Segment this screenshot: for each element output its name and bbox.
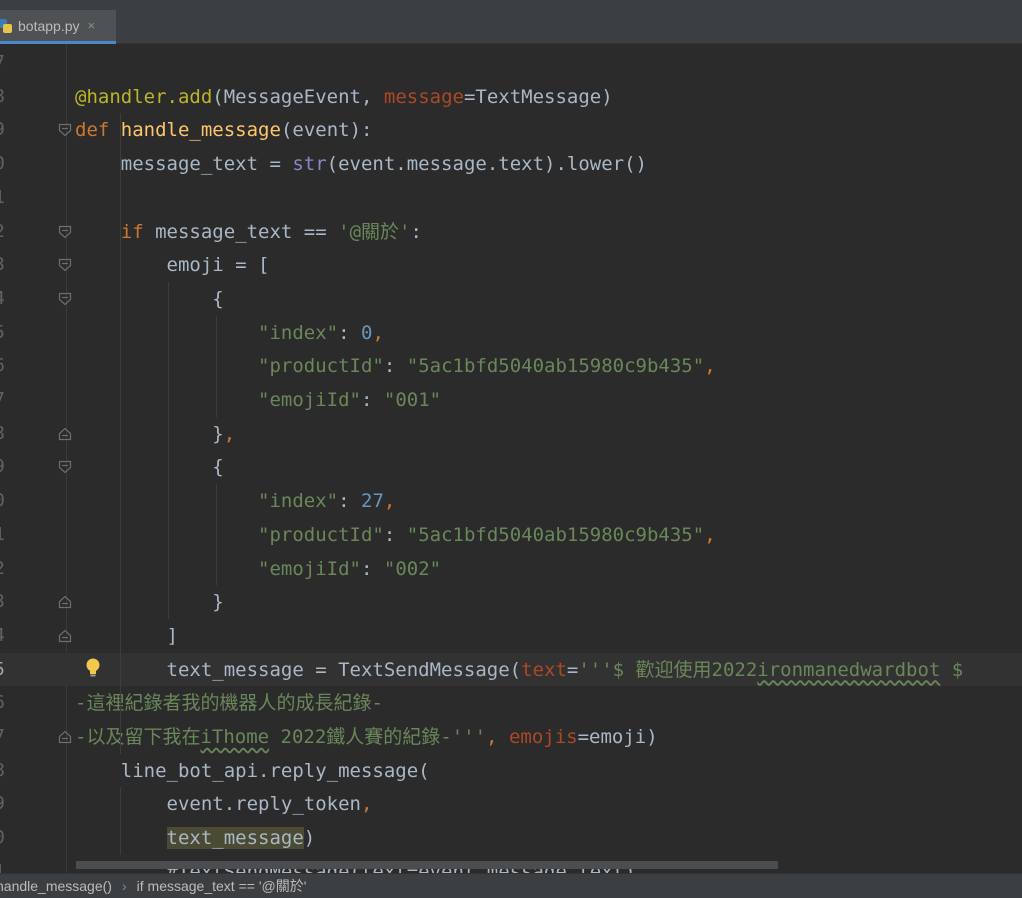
line-number: 0: [0, 492, 12, 510]
line-number: 6: [0, 694, 12, 712]
code-line[interactable]: 1: [0, 181, 1022, 215]
code-text: -這裡紀錄者我的機器人的成長紀錄-: [75, 692, 383, 715]
code-line[interactable]: 9 event.reply_token,: [0, 787, 1022, 821]
code-line[interactable]: 7 -以及留下我在iThome 2022鐵人賽的紀錄-''', emojis=em…: [0, 720, 1022, 754]
editor-tab-bar: botapp.py ×: [0, 10, 1022, 44]
indent-guide: [216, 315, 217, 417]
code-line[interactable]: 4 {: [0, 282, 1022, 316]
tab-filename: botapp.py: [18, 17, 80, 34]
fold-end-icon[interactable]: [58, 629, 72, 643]
code-text: "index": 27,: [258, 490, 396, 513]
indent-guide: [168, 281, 169, 619]
code-line[interactable]: 5 "index": 0,: [0, 316, 1022, 350]
code-line[interactable]: 6 "productId": "5ac1bfd5040ab15980c9b435…: [0, 349, 1022, 383]
code-line[interactable]: 3 emoji = [: [0, 248, 1022, 282]
tab-botapp-py[interactable]: botapp.py ×: [0, 10, 116, 44]
fold-end-icon[interactable]: [58, 730, 72, 744]
line-number: 9: [0, 121, 12, 139]
code-line[interactable]: 5 text_message = TextSendMessage(text=''…: [0, 652, 1022, 687]
code-text: -以及留下我在iThome 2022鐵人賽的紀錄-''', emojis=emo…: [75, 726, 658, 748]
code-line[interactable]: 0 text_message): [0, 821, 1022, 855]
code-text: "productId": "5ac1bfd5040ab15980c9b435",: [258, 355, 716, 378]
code-line[interactable]: 4 ]: [0, 619, 1022, 653]
code-text: line_bot_api.reply_message(: [75, 759, 430, 782]
fold-collapse-icon[interactable]: [58, 258, 72, 272]
line-number: 5: [0, 323, 12, 342]
line-number: 9: [0, 795, 12, 813]
fold-collapse-icon[interactable]: [58, 292, 72, 306]
code-editor[interactable]: 7 8 @handler.add(MessageEvent, message=Tex…: [0, 44, 1022, 873]
line-number: 7: [0, 54, 12, 72]
line-number: 3: [0, 593, 12, 611]
breadcrumb-function[interactable]: handle_message(): [0, 878, 112, 894]
code-line[interactable]: 9 {: [0, 450, 1022, 484]
code-line[interactable]: 7 "emojiId": "001": [0, 383, 1022, 417]
fold-collapse-icon[interactable]: [58, 225, 72, 239]
code-line[interactable]: 0 message_text = str(event.message.text)…: [0, 147, 1022, 181]
chevron-right-icon: ›: [121, 878, 127, 894]
code-text: message_text = str(event.message.text).l…: [75, 153, 647, 176]
code-text: text_message): [166, 827, 316, 850]
fold-end-icon[interactable]: [58, 427, 72, 441]
line-number: 9: [0, 458, 12, 476]
code-text: {: [75, 456, 224, 479]
line-number: 2: [0, 559, 12, 578]
code-line[interactable]: 0 "index": 27,: [0, 484, 1022, 518]
line-number: 4: [0, 289, 12, 308]
line-number: 2: [0, 222, 12, 241]
code-line[interactable]: 8 },: [0, 417, 1022, 451]
line-number: 0: [0, 829, 12, 847]
code-text: text_message = TextSendMessage(text='''$…: [75, 658, 964, 681]
code-line[interactable]: 3 }: [0, 585, 1022, 619]
code-text: @handler.add(MessageEvent, message=TextM…: [75, 85, 613, 108]
code-text: {: [75, 287, 224, 310]
line-number: 3: [0, 256, 12, 274]
line-number: 8: [0, 424, 12, 443]
indent-guide: [216, 484, 217, 586]
indent-guide: [120, 787, 121, 855]
line-number: 1: [0, 188, 12, 207]
line-number: 5: [0, 660, 12, 679]
code-text: if message_text == '@關於':: [120, 220, 422, 243]
code-line[interactable]: 6 -這裡紀錄者我的機器人的成長紀錄-: [0, 686, 1022, 720]
code-text: ]: [75, 624, 178, 647]
line-number: 0: [0, 155, 12, 173]
horizontal-scrollbar[interactable]: [76, 861, 778, 869]
code-text: "emojiId": "001": [258, 389, 442, 411]
line-number: 1: [0, 525, 12, 544]
indent-guide: [120, 113, 121, 754]
code-line[interactable]: 9def handle_message(event):: [0, 113, 1022, 147]
code-line[interactable]: 8 line_bot_api.reply_message(: [0, 754, 1022, 788]
code-line[interactable]: 1 "productId": "5ac1bfd5040ab15980c9b435…: [0, 518, 1022, 552]
line-number: 8: [0, 87, 12, 106]
code-line[interactable]: 7: [0, 46, 1022, 80]
breadcrumb-condition[interactable]: if message_text == '@關於': [137, 876, 307, 896]
code-text: emoji = [: [75, 254, 270, 277]
close-icon[interactable]: ×: [88, 18, 96, 33]
code-line[interactable]: 8 @handler.add(MessageEvent, message=Text…: [0, 80, 1022, 114]
fold-collapse-icon[interactable]: [58, 460, 72, 474]
python-file-icon: [0, 18, 12, 33]
code-text: "productId": "5ac1bfd5040ab15980c9b435",: [258, 523, 716, 546]
line-number: 1: [0, 862, 12, 873]
line-number: 7: [0, 391, 12, 409]
fold-end-icon[interactable]: [58, 595, 72, 609]
line-number: 6: [0, 357, 12, 375]
code-line[interactable]: 2 if message_text == '@關於':: [0, 215, 1022, 249]
code-text: }: [75, 591, 224, 614]
code-text: },: [75, 422, 236, 445]
fold-collapse-icon[interactable]: [58, 123, 72, 137]
code-text: "emojiId": "002": [258, 557, 442, 580]
line-number: 8: [0, 761, 12, 780]
line-number: 4: [0, 626, 12, 645]
breadcrumb: handle_message() › if message_text == '@…: [0, 873, 1022, 898]
line-number: 7: [0, 728, 12, 746]
code-line[interactable]: 2 "emojiId": "002": [0, 552, 1022, 586]
code-text: "index": 0,: [258, 321, 384, 344]
